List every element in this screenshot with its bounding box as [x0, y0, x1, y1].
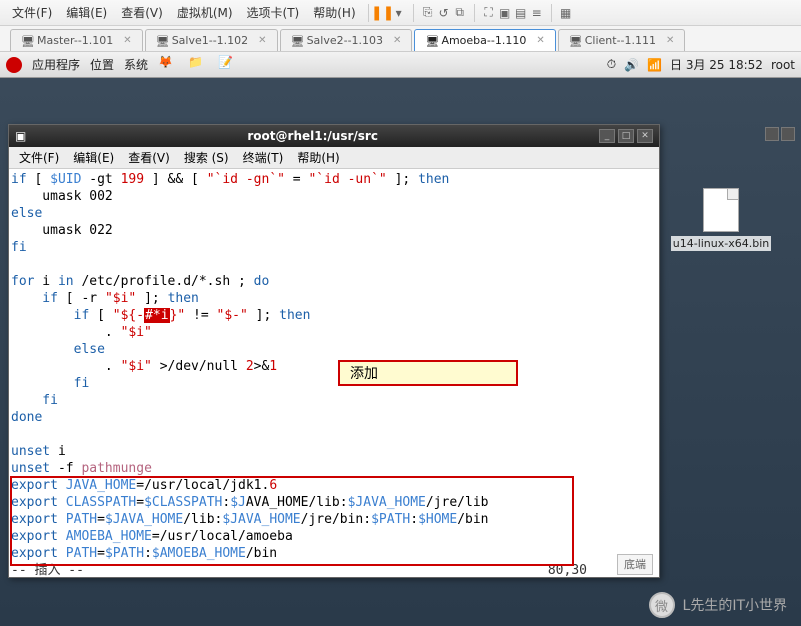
term-menu-terminal[interactable]: 终端(T) [237, 147, 290, 168]
terminal-titlebar[interactable]: ▣ root@rhel1:/usr/src _ □ ✕ [9, 125, 659, 147]
term-menu-help[interactable]: 帮助(H) [291, 147, 345, 168]
tab-bar: 🖥 Master--1.101 ✕ 🖥 Salve1--1.102 ✕ 🖥 Salve2-… [0, 26, 801, 52]
desktop-file-icon[interactable]: u14-linux-x64.bin [671, 188, 771, 251]
close-button[interactable]: ✕ [637, 129, 653, 143]
vm-menu: 文件(F) 编辑(E) 查看(V) 虚拟机(M) 选项卡(T) 帮助(H) [6, 1, 362, 24]
annotation-callout: 添加 [338, 360, 518, 386]
vm-toolbar: 文件(F) 编辑(E) 查看(V) 虚拟机(M) 选项卡(T) 帮助(H) ❚❚… [0, 0, 801, 26]
menu-vm[interactable]: 虚拟机(M) [171, 1, 239, 24]
unity-icon[interactable]: ▣ [497, 5, 513, 21]
network-icon[interactable]: 📶 [647, 58, 662, 72]
outer-window-controls [765, 127, 795, 141]
tab-salve2[interactable]: 🖥 Salve2--1.103 ✕ [280, 29, 413, 51]
close-icon[interactable]: ✕ [666, 35, 674, 46]
vim-mode: -- 插入 -- [11, 562, 84, 577]
maximize-button[interactable]: □ [618, 129, 634, 143]
gnome-panel: 应用程序 位置 系统 🦊 📁 📝 ⏱ 🔊 📶 日 3月 25 18:52 roo… [0, 52, 801, 78]
snapshot-icon[interactable]: ⎘ [420, 5, 436, 21]
minimize-icon[interactable] [765, 127, 779, 141]
close-icon[interactable]: ✕ [393, 35, 401, 46]
tab-client[interactable]: 🖥 Client--1.111 ✕ [558, 29, 686, 51]
wechat-icon: 微 [649, 592, 675, 618]
vm-tab-icon: 🖥 [156, 35, 168, 47]
redhat-logo-icon[interactable] [6, 57, 22, 73]
fullscreen-icon[interactable]: ⛶ [481, 5, 497, 21]
term-menu-search[interactable]: 搜索 (S) [178, 147, 235, 168]
term-menu-view[interactable]: 查看(V) [122, 147, 176, 168]
tab-label: Amoeba--1.110 [441, 34, 526, 47]
watermark: 微 L先生的IT小世界 [649, 592, 787, 618]
dropdown-icon[interactable]: ▾ [391, 5, 407, 21]
console-icon[interactable]: ▤ [513, 5, 529, 21]
pause-icon[interactable]: ❚❚ [375, 5, 391, 21]
vm-tab-icon: 🖥 [569, 35, 581, 47]
menu-file[interactable]: 文件(F) [6, 1, 58, 24]
firefox-icon[interactable]: 🦊 [158, 55, 178, 75]
tab-amoeba[interactable]: 🖥 Amoeba--1.110 ✕ [414, 29, 555, 51]
close-icon[interactable]: ✕ [258, 35, 266, 46]
menu-edit[interactable]: 编辑(E) [60, 1, 113, 24]
menu-view[interactable]: 查看(V) [115, 1, 169, 24]
terminal-title: root@rhel1:/usr/src [26, 129, 599, 143]
minimize-button[interactable]: _ [599, 129, 615, 143]
terminal-menubar: 文件(F) 编辑(E) 查看(V) 搜索 (S) 终端(T) 帮助(H) [9, 147, 659, 169]
volume-icon[interactable]: 🔊 [624, 58, 639, 72]
file-label: u14-linux-x64.bin [671, 236, 771, 251]
cpu-meter-icon[interactable]: ⏱ [607, 57, 616, 72]
tab-label: Master--1.101 [37, 34, 113, 47]
term-menu-file[interactable]: 文件(F) [13, 147, 65, 168]
tab-label: Salve1--1.102 [172, 34, 248, 47]
menu-help[interactable]: 帮助(H) [307, 1, 361, 24]
tab-label: Client--1.111 [585, 34, 656, 47]
vm-tab-icon: 🖥 [425, 35, 437, 47]
terminal-window: ▣ root@rhel1:/usr/src _ □ ✕ 文件(F) 编辑(E) … [8, 124, 660, 578]
vm-tab-icon: 🖥 [291, 35, 303, 47]
menu-tab[interactable]: 选项卡(T) [241, 1, 306, 24]
manage-icon[interactable]: ⧉ [452, 5, 468, 21]
tab-master[interactable]: 🖥 Master--1.101 ✕ [10, 29, 143, 51]
close-icon[interactable]: ✕ [536, 35, 544, 46]
user-menu[interactable]: root [771, 58, 795, 72]
term-menu-edit[interactable]: 编辑(E) [67, 147, 120, 168]
places-menu[interactable]: 位置 [90, 56, 114, 73]
files-icon[interactable]: 📁 [188, 55, 208, 75]
system-menu[interactable]: 系统 [124, 56, 148, 73]
terminal-content[interactable]: if [ $UID -gt 199 ] && [ "`id -gn`" = "`… [9, 169, 659, 577]
apps-menu[interactable]: 应用程序 [32, 56, 80, 73]
close-icon[interactable]: ✕ [123, 35, 131, 46]
watermark-text: L先生的IT小世界 [683, 595, 787, 615]
file-icon [703, 188, 739, 232]
maximize-icon[interactable] [781, 127, 795, 141]
scroll-indicator: 底端 [617, 554, 653, 575]
thumbnail-icon[interactable]: ▦ [558, 5, 574, 21]
tab-label: Salve2--1.103 [307, 34, 383, 47]
terminal-icon: ▣ [15, 129, 26, 143]
vm-tab-icon: 🖥 [21, 35, 33, 47]
library-icon[interactable]: ≡ [529, 5, 545, 21]
tab-salve1[interactable]: 🖥 Salve1--1.102 ✕ [145, 29, 278, 51]
revert-icon[interactable]: ↺ [436, 5, 452, 21]
notes-icon[interactable]: 📝 [218, 55, 238, 75]
clock[interactable]: 日 3月 25 18:52 [670, 56, 763, 73]
